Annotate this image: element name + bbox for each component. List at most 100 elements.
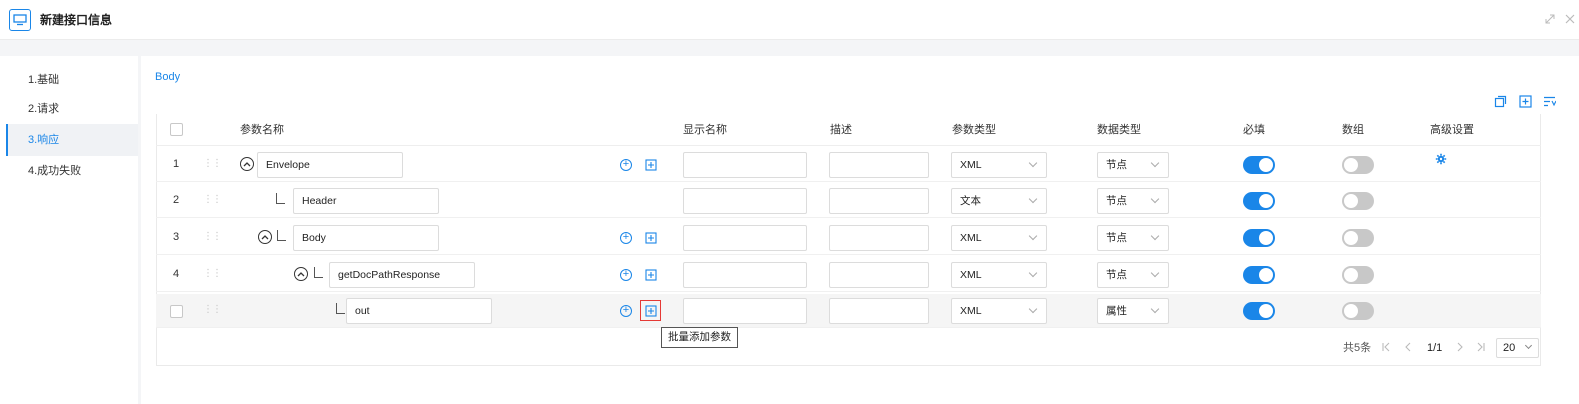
param-name-input[interactable]: Body <box>293 225 439 251</box>
data-type-select[interactable]: 属性 <box>1097 298 1169 324</box>
row-index: 2 <box>173 194 180 206</box>
array-toggle[interactable] <box>1342 229 1374 247</box>
chevron-down-icon <box>1150 194 1160 204</box>
gear-icon[interactable] <box>1435 153 1447 165</box>
chevron-down-icon <box>1028 158 1038 168</box>
description-input[interactable] <box>829 152 929 178</box>
description-input[interactable] <box>829 188 929 214</box>
data-type-select[interactable]: 节点 <box>1097 188 1169 214</box>
param-type-value: XML <box>960 269 982 281</box>
batch-add-icon[interactable] <box>644 268 657 281</box>
array-toggle[interactable] <box>1342 192 1374 210</box>
row-index: 3 <box>173 231 180 243</box>
drag-handle-icon[interactable]: ⋮⋮ <box>203 268 222 280</box>
collapse-icon[interactable] <box>240 157 254 171</box>
param-name-input[interactable]: getDocPathResponse <box>329 262 475 288</box>
page-indicator: 1/1 <box>1427 342 1443 354</box>
array-toggle[interactable] <box>1342 156 1374 174</box>
required-toggle[interactable] <box>1243 229 1275 247</box>
data-type-value: 节点 <box>1106 269 1127 281</box>
filter-list-icon[interactable] <box>1542 94 1556 108</box>
batch-add-icon[interactable] <box>644 231 657 244</box>
display-name-input[interactable] <box>683 225 807 251</box>
column-header-display-name: 显示名称 <box>683 124 727 136</box>
chevron-down-icon <box>1150 304 1160 314</box>
data-type-select[interactable]: 节点 <box>1097 262 1169 288</box>
description-input[interactable] <box>829 298 929 324</box>
column-header-name: 参数名称 <box>240 124 284 136</box>
expand-icon[interactable] <box>1543 13 1557 27</box>
drag-handle-icon[interactable]: ⋮⋮ <box>203 231 222 243</box>
param-type-select[interactable]: XML <box>951 298 1047 324</box>
add-child-icon[interactable]: + <box>620 305 632 317</box>
next-page-icon[interactable] <box>1456 341 1464 357</box>
step-sidebar <box>0 56 138 404</box>
sidebar-item-response[interactable]: 3.响应 <box>28 130 59 150</box>
sidebar-item-success-failure[interactable]: 4.成功失败 <box>28 161 81 181</box>
array-toggle[interactable] <box>1342 302 1374 320</box>
drag-handle-icon[interactable]: ⋮⋮ <box>203 304 222 316</box>
batch-add-icon[interactable] <box>644 158 657 171</box>
required-toggle[interactable] <box>1243 302 1275 320</box>
required-toggle[interactable] <box>1243 266 1275 284</box>
param-name-input[interactable]: Header <box>293 188 439 214</box>
select-all-checkbox[interactable] <box>170 123 183 136</box>
drag-handle-icon[interactable]: ⋮⋮ <box>203 194 222 206</box>
display-name-input[interactable] <box>683 188 807 214</box>
data-type-select[interactable]: 节点 <box>1097 152 1169 178</box>
display-name-input[interactable] <box>683 152 807 178</box>
display-name-input[interactable] <box>683 298 807 324</box>
required-toggle[interactable] <box>1243 156 1275 174</box>
prev-page-icon[interactable] <box>1404 341 1412 357</box>
tree-connector-icon <box>314 267 323 278</box>
param-type-select[interactable]: XML <box>951 225 1047 251</box>
add-child-icon[interactable]: + <box>620 269 632 281</box>
param-type-select[interactable]: XML <box>951 262 1047 288</box>
param-type-value: XML <box>960 305 982 317</box>
batch-add-icon[interactable] <box>640 300 661 321</box>
description-input[interactable] <box>829 225 929 251</box>
monitor-icon <box>9 9 31 31</box>
display-name-input[interactable] <box>683 262 807 288</box>
column-header-advanced: 高级设置 <box>1430 124 1474 136</box>
chevron-down-icon <box>1150 158 1160 168</box>
array-toggle[interactable] <box>1342 266 1374 284</box>
description-input[interactable] <box>829 262 929 288</box>
toggle-knob <box>1259 231 1273 245</box>
tree-connector-icon <box>276 193 285 204</box>
sidebar-item-basic[interactable]: 1.基础 <box>28 70 59 90</box>
add-square-icon[interactable] <box>1518 94 1532 108</box>
copy-icon[interactable] <box>1493 94 1507 108</box>
toggle-knob <box>1259 158 1273 172</box>
data-type-value: 节点 <box>1106 159 1127 171</box>
add-child-icon[interactable]: + <box>620 159 632 171</box>
drag-handle-icon[interactable]: ⋮⋮ <box>203 158 222 170</box>
param-type-select[interactable]: XML <box>951 152 1047 178</box>
collapse-icon[interactable] <box>258 230 272 244</box>
param-type-value: XML <box>960 159 982 171</box>
add-child-icon[interactable]: + <box>620 232 632 244</box>
pagination-total: 共5条 <box>1343 342 1372 354</box>
toggle-knob <box>1259 194 1273 208</box>
batch-add-tooltip: 批量添加参数 <box>661 327 738 348</box>
toggle-knob <box>1344 231 1358 245</box>
row-checkbox[interactable] <box>170 305 183 318</box>
sidebar-item-request[interactable]: 2.请求 <box>28 99 59 119</box>
param-type-value: 文本 <box>960 195 981 207</box>
collapse-icon[interactable] <box>294 267 308 281</box>
param-type-select[interactable]: 文本 <box>951 188 1047 214</box>
data-type-value: 节点 <box>1106 232 1127 244</box>
page-size-select[interactable]: 20 <box>1496 338 1539 358</box>
param-name-input[interactable]: out <box>346 298 492 324</box>
column-header-array: 数组 <box>1342 124 1364 136</box>
required-toggle[interactable] <box>1243 192 1275 210</box>
chevron-down-icon <box>1028 268 1038 278</box>
close-icon[interactable] <box>1563 13 1577 27</box>
data-type-select[interactable]: 节点 <box>1097 225 1169 251</box>
last-page-icon[interactable] <box>1476 341 1486 357</box>
first-page-icon[interactable] <box>1381 341 1391 357</box>
column-header-data-type: 数据类型 <box>1097 124 1141 136</box>
tree-connector-icon <box>277 230 286 241</box>
param-name-input[interactable]: Envelope <box>257 152 403 178</box>
toggle-knob <box>1344 158 1358 172</box>
